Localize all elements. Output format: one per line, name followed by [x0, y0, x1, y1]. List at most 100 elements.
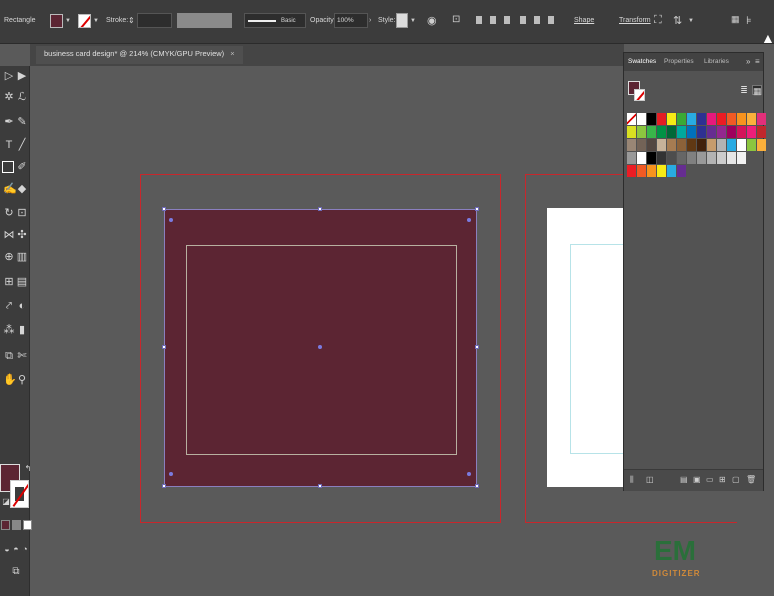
- gradient-tool-icon[interactable]: ▤: [16, 276, 28, 288]
- panel-menu-icon[interactable]: ≡: [755, 57, 760, 66]
- stroke-color-box[interactable]: [10, 480, 29, 508]
- screen-mode-icon[interactable]: ⧉: [10, 566, 22, 578]
- fill-color-swatch[interactable]: [50, 14, 63, 28]
- chevron-right-icon[interactable]: ›: [369, 17, 371, 24]
- gradient-mode-icon[interactable]: [12, 520, 21, 530]
- align-bottom-icon[interactable]: [548, 16, 554, 24]
- resize-handle[interactable]: [162, 345, 166, 349]
- color-swatch[interactable]: [746, 126, 757, 138]
- transform-button[interactable]: Transform: [619, 17, 651, 24]
- back-card-rectangle[interactable]: [547, 208, 630, 487]
- arrange-icon[interactable]: ⇅: [673, 14, 682, 27]
- color-swatch[interactable]: [666, 152, 677, 164]
- width-tool-icon[interactable]: ⋈: [3, 229, 15, 241]
- zoom-tool-icon[interactable]: ⚲: [16, 374, 28, 386]
- color-swatch[interactable]: [676, 126, 687, 138]
- line-tool-icon[interactable]: ╱: [16, 139, 28, 151]
- color-swatch[interactable]: [676, 139, 687, 151]
- magic-wand-tool-icon[interactable]: ✲: [3, 91, 15, 103]
- current-stroke-swatch[interactable]: [634, 89, 645, 101]
- color-swatch[interactable]: [726, 139, 737, 151]
- resize-handle[interactable]: [318, 207, 322, 211]
- swatch-options-icon[interactable]: ▤: [680, 475, 688, 484]
- blend-tool-icon[interactable]: ◐: [16, 300, 28, 312]
- show-kinds-icon[interactable]: ◫: [646, 475, 654, 484]
- shape-button[interactable]: Shape: [574, 17, 594, 24]
- color-swatch[interactable]: [756, 126, 767, 138]
- color-swatch[interactable]: [726, 126, 737, 138]
- hand-tool-icon[interactable]: ✋: [3, 374, 17, 386]
- align-left-icon[interactable]: [476, 16, 482, 24]
- none-swatch[interactable]: [627, 113, 637, 125]
- variable-width-field[interactable]: [177, 13, 232, 28]
- swap-fill-stroke-icon[interactable]: ↰: [22, 463, 34, 475]
- color-swatch[interactable]: [636, 152, 647, 164]
- color-swatch[interactable]: [716, 139, 727, 151]
- tab-swatches[interactable]: Swatches: [628, 58, 656, 65]
- color-swatch[interactable]: [627, 139, 637, 151]
- draw-inside-icon[interactable]: ◔: [19, 543, 31, 555]
- isolate-icon[interactable]: ⛶: [654, 14, 662, 27]
- scale-tool-icon[interactable]: ⊡: [16, 207, 28, 219]
- color-swatch[interactable]: [636, 126, 647, 138]
- color-swatch[interactable]: [646, 165, 657, 177]
- color-swatch[interactable]: [676, 113, 687, 125]
- color-swatch[interactable]: [656, 152, 667, 164]
- align-to-icon[interactable]: ⊡: [452, 14, 460, 25]
- color-swatch[interactable]: [736, 126, 747, 138]
- paintbrush-tool-icon[interactable]: ✐: [16, 161, 28, 173]
- color-swatch[interactable]: [696, 152, 707, 164]
- color-swatch[interactable]: [646, 126, 657, 138]
- color-swatch[interactable]: [736, 152, 747, 164]
- color-swatch[interactable]: [706, 152, 717, 164]
- color-swatch[interactable]: [756, 139, 767, 151]
- new-swatch-icon[interactable]: ⊞: [719, 475, 726, 484]
- corner-widget[interactable]: [467, 472, 471, 476]
- color-swatch[interactable]: [646, 113, 657, 125]
- corner-widget[interactable]: [169, 218, 173, 222]
- panel-options-icon[interactable]: ⊧: [746, 14, 752, 27]
- slice-tool-icon[interactable]: ✄: [16, 350, 28, 362]
- color-swatch[interactable]: [656, 126, 667, 138]
- color-swatch[interactable]: [686, 152, 697, 164]
- color-swatch[interactable]: [646, 139, 657, 151]
- new-swatch-icon[interactable]: ▢: [732, 475, 740, 484]
- align-right-icon[interactable]: [504, 16, 510, 24]
- default-colors-icon[interactable]: ◪: [0, 496, 12, 508]
- resize-handle[interactable]: [318, 484, 322, 488]
- shape-builder-tool-icon[interactable]: ⊕: [3, 251, 15, 263]
- color-swatch[interactable]: [636, 139, 647, 151]
- color-swatch[interactable]: [746, 113, 757, 125]
- puppet-warp-tool-icon[interactable]: ✣: [16, 229, 28, 241]
- align-top-icon[interactable]: [520, 16, 526, 24]
- corner-widget[interactable]: [169, 472, 173, 476]
- color-swatch[interactable]: [627, 126, 637, 138]
- chevron-down-icon[interactable]: ▼: [688, 18, 694, 24]
- color-swatch[interactable]: [686, 126, 697, 138]
- stroke-color-swatch[interactable]: [78, 14, 91, 28]
- new-folder-icon[interactable]: ▭: [706, 475, 714, 484]
- pen-tool-icon[interactable]: ✒: [3, 116, 15, 128]
- color-swatch[interactable]: [686, 113, 697, 125]
- stroke-weight-field[interactable]: [137, 13, 172, 28]
- mesh-tool-icon[interactable]: ⊞: [3, 276, 15, 288]
- chevron-down-icon[interactable]: ▼: [65, 18, 71, 24]
- tab-libraries[interactable]: Libraries: [704, 58, 729, 65]
- type-tool-icon[interactable]: T: [3, 139, 15, 151]
- color-swatch[interactable]: [726, 152, 737, 164]
- selection-tool-icon[interactable]: ▷: [3, 70, 15, 82]
- color-swatch[interactable]: [706, 126, 717, 138]
- shaper-tool-icon[interactable]: ✍: [3, 183, 17, 195]
- arrange-documents-icon[interactable]: ▦: [731, 14, 740, 25]
- resize-handle[interactable]: [475, 345, 479, 349]
- color-swatch[interactable]: [706, 113, 717, 125]
- color-swatch[interactable]: [736, 113, 747, 125]
- color-swatch[interactable]: [676, 165, 687, 177]
- eyedropper-tool-icon[interactable]: ⤤: [3, 300, 15, 312]
- align-center-icon[interactable]: [490, 16, 496, 24]
- color-swatch[interactable]: [706, 139, 717, 151]
- chevron-down-icon[interactable]: ▼: [410, 18, 416, 24]
- tab-properties[interactable]: Properties: [664, 58, 694, 65]
- color-swatch[interactable]: [676, 152, 687, 164]
- color-swatch[interactable]: [716, 152, 727, 164]
